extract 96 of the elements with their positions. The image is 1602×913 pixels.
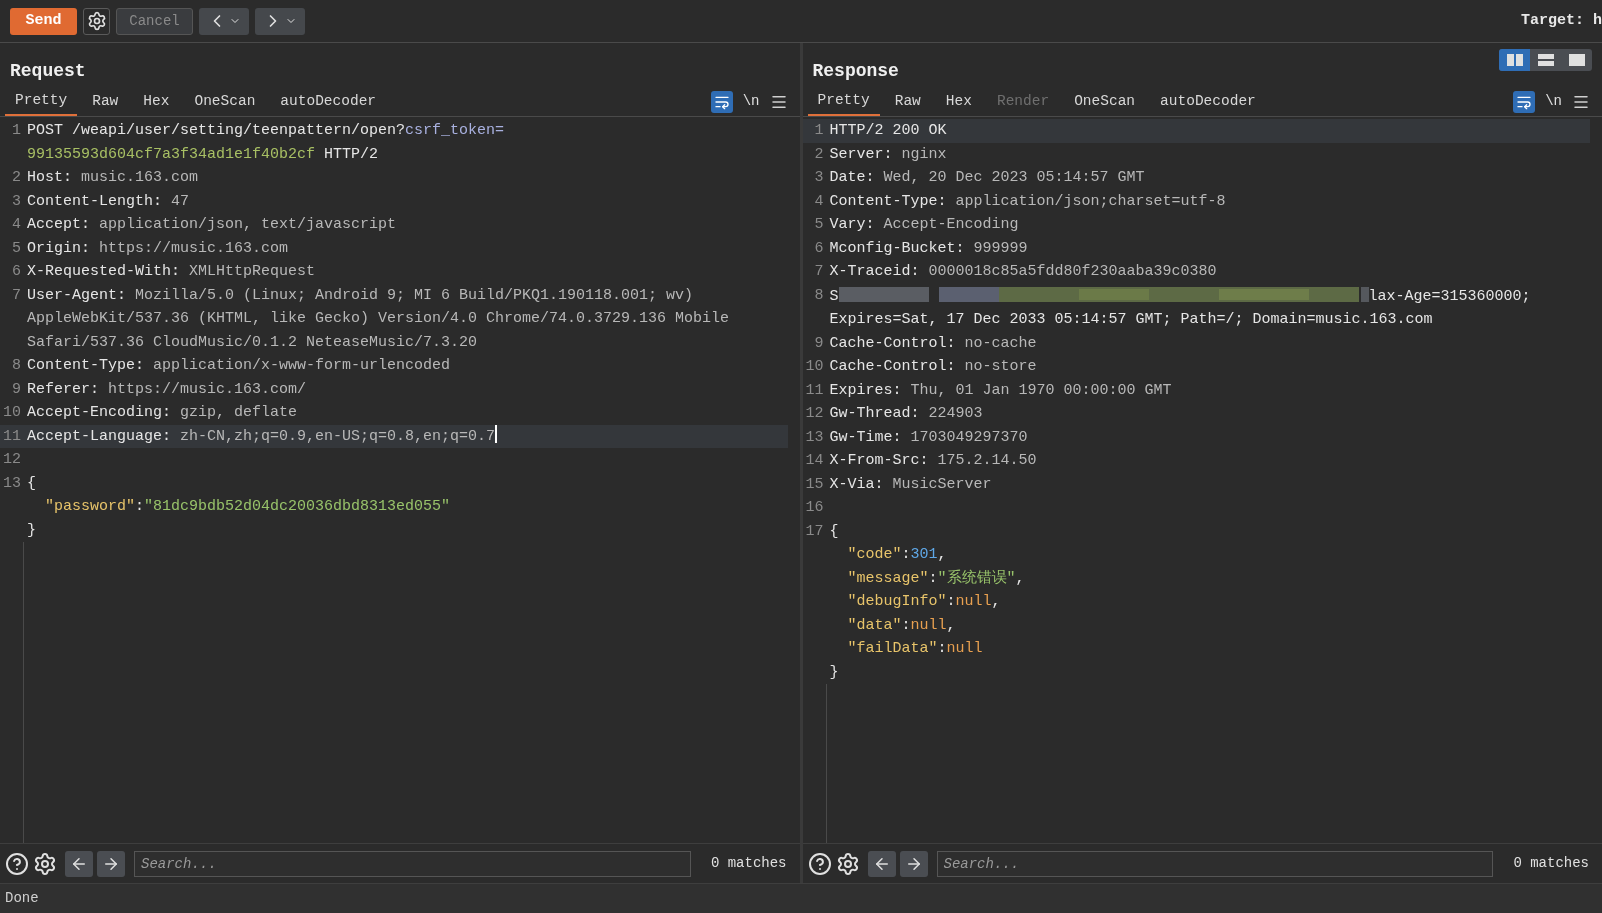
panel-title: Response — [812, 60, 899, 83]
search-field[interactable]: Search... — [134, 850, 691, 877]
line-number: 1 — [11, 121, 22, 141]
editor-tab[interactable]: autoDecoder — [1150, 87, 1266, 116]
code-line: Cache-Control: no-store — [829, 357, 1038, 377]
layout-button[interactable] — [1499, 49, 1530, 71]
line-number: 7 — [11, 285, 22, 306]
line-number: 17 — [804, 521, 825, 542]
code-line: Accept: application/json, text/javascript — [27, 215, 398, 235]
next-button[interactable] — [97, 850, 125, 877]
rows-icon — [1537, 54, 1554, 66]
editor-tab[interactable]: Pretty — [807, 87, 880, 116]
line-number: 3 — [813, 168, 825, 188]
code-line: Host: music.163.com — [27, 168, 200, 188]
code-line: Server: nginx — [829, 144, 948, 165]
code-line: Content-Type: application/x-www-form-urlencoded — [27, 356, 452, 376]
line-number: 7 — [813, 262, 825, 282]
match-count: 0 matches — [710, 854, 787, 873]
line-number: 10 — [2, 403, 22, 423]
line-number: 16 — [804, 498, 825, 518]
code-line: Content-Length: 47 — [27, 191, 191, 212]
line-number: 9 — [813, 333, 825, 354]
line-number: 12 — [2, 450, 22, 470]
previous-button[interactable] — [65, 850, 93, 877]
columns-icon — [1506, 54, 1523, 66]
newline-toggle[interactable]: \n — [742, 91, 760, 112]
line-number: 10 — [804, 357, 825, 377]
line-number: 5 — [11, 238, 22, 259]
code-line: X-From-Src: 175.2.14.50 — [829, 451, 1038, 471]
code-line: Gw-Thread: 224903 — [829, 404, 984, 424]
line-number: 15 — [804, 474, 825, 495]
code-line: Accept-Language: zh-CN,zh;q=0.9,en-US;q=0.8,en;q=0.7 — [27, 424, 788, 448]
line-number: 12 — [804, 404, 825, 424]
status-text: Done — [5, 889, 39, 908]
settings-icon[interactable] — [33, 851, 57, 876]
code-line: Content-Type: application/json;charset=utf-8 — [829, 191, 1227, 212]
panel-title: Request — [10, 60, 86, 83]
code-line: Referer: https://music.163.com/ — [27, 379, 308, 400]
text-cursor — [495, 424, 498, 443]
wrap-toggle[interactable] — [1513, 90, 1536, 113]
code-line: Cache-Control: no-cache — [829, 333, 1038, 354]
editor-tab[interactable]: Hex — [133, 87, 180, 116]
previous-button[interactable] — [867, 850, 896, 877]
line-number: 4 — [11, 215, 22, 235]
code-line: Date: Wed, 20 Dec 2023 05:14:57 GMT — [829, 168, 1146, 188]
line-number: 6 — [813, 238, 825, 259]
editor-tab[interactable]: OneScan — [184, 87, 266, 116]
line-number: 2 — [813, 144, 825, 165]
line-number: 11 — [2, 426, 22, 447]
code-line: X-Via: MusicServer — [829, 474, 993, 495]
line-number: 6 — [11, 262, 22, 282]
editor-tab[interactable]: Hex — [935, 87, 982, 116]
editor-tab[interactable]: autoDecoder — [270, 87, 387, 116]
editor-tab[interactable]: Pretty — [5, 87, 78, 116]
code-line: { "code":301, "message":"系统错误", "debugInfo":null, "data":null, "failData":null } — [829, 521, 1026, 683]
line-number: 2 — [11, 168, 22, 188]
line-number: 8 — [11, 356, 22, 376]
editor-tab[interactable]: Raw — [884, 87, 931, 116]
code-line: HTTP/2 200 OK — [829, 121, 948, 141]
newline-toggle[interactable]: \n — [1545, 91, 1562, 112]
code-line: Mconfig-Bucket: 999999 — [829, 238, 1029, 259]
square-icon — [1568, 54, 1585, 66]
settings-button[interactable] — [83, 7, 110, 35]
code-line: X-Requested-With: XMLHttpRequest — [27, 262, 317, 282]
search-field[interactable]: Search... — [936, 850, 1494, 877]
help-icon[interactable] — [5, 851, 29, 876]
line-number: 3 — [11, 191, 22, 212]
back-button[interactable] — [199, 7, 249, 35]
code-line: Accept-Encoding: gzip, deflate — [27, 403, 299, 423]
line-number: 9 — [11, 379, 22, 400]
settings-icon — [86, 11, 107, 31]
next-button[interactable] — [899, 850, 928, 877]
editor-tab[interactable]: Raw — [82, 87, 129, 116]
line-number: 5 — [813, 215, 825, 235]
code-line: { "password":"81dc9bdb52d04dc20036dbd8313ed055" } — [27, 473, 452, 541]
match-count: 0 matches — [1513, 854, 1589, 873]
code-line: Vary: Accept-Encoding — [829, 215, 1020, 235]
target-label: Target: h — [1521, 10, 1602, 31]
help-icon[interactable] — [807, 851, 832, 876]
line-number: 1 — [813, 121, 825, 141]
code-line: POST /weapi/user/setting/teenpattern/open?csrf_token= 99135593d604cf7a3f34ad1e1f40b2cf HTTP/2 — [27, 121, 506, 165]
line-number: 13 — [804, 427, 825, 448]
code-line: X-Traceid: 0000018c85a5fdd80f230aaba39c0380 — [829, 262, 1218, 282]
editor-tab[interactable]: OneScan — [1064, 87, 1146, 116]
line-number: 14 — [804, 451, 825, 471]
forward-button[interactable] — [255, 7, 305, 35]
line-number: 13 — [2, 473, 22, 494]
line-number: 4 — [813, 191, 825, 212]
code-line: S lax-Age=315360000; Expires=Sat, 17 Dec 2033 05:14:57 GMT; Path=/; Domain=music.163.com — [829, 283, 1590, 332]
code-line: Expires: Thu, 01 Jan 1970 00:00:00 GMT — [829, 380, 1173, 401]
settings-icon[interactable] — [835, 851, 860, 876]
line-number: 8 — [813, 285, 825, 306]
wrap-toggle[interactable] — [710, 90, 733, 113]
code-line: Gw-Time: 1703049297370 — [829, 427, 1029, 448]
line-number: 11 — [804, 380, 825, 401]
code-line: Origin: https://music.163.com — [27, 238, 290, 259]
